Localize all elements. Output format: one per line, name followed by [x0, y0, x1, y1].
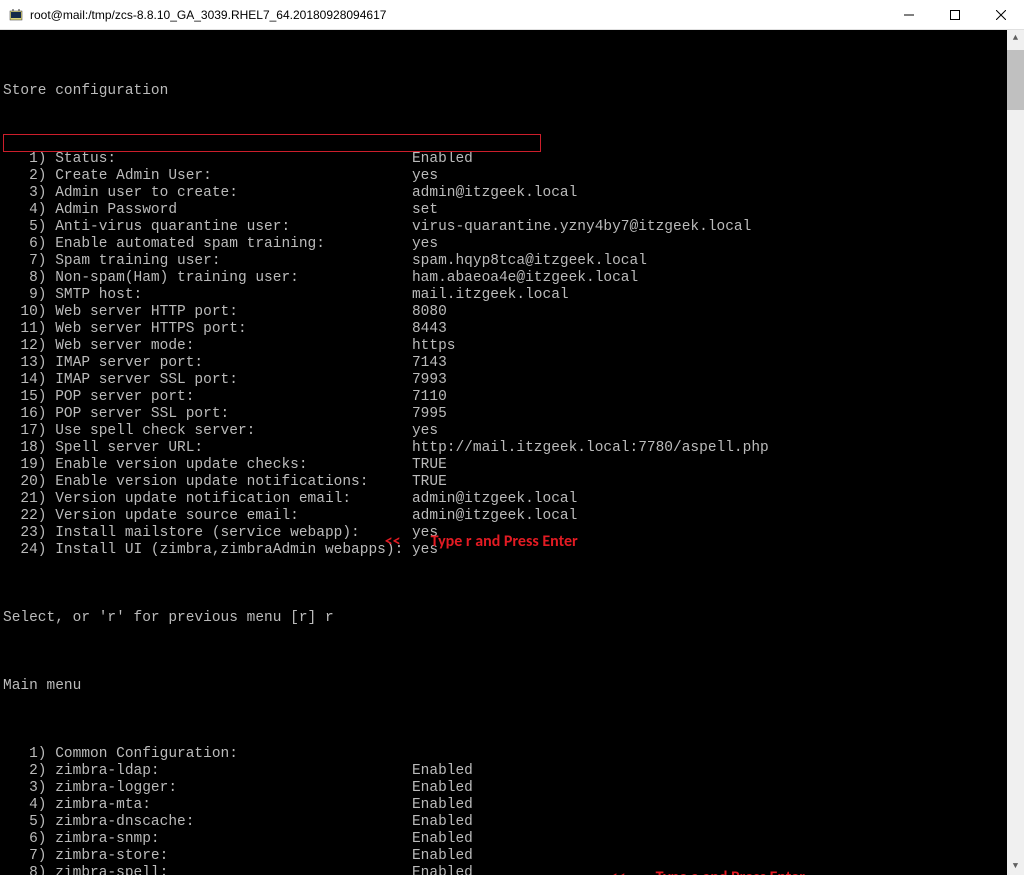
arrow-icon: << [610, 868, 626, 875]
store-config-line: 12) Web server mode: https [3, 338, 1007, 355]
store-config-line: 9) SMTP host: mail.itzgeek.local [3, 287, 1007, 304]
store-config-line: 4) Admin Password set [3, 202, 1007, 219]
scroll-up-arrow[interactable]: ▲ [1007, 30, 1024, 47]
putty-icon [8, 7, 24, 23]
minimize-button[interactable] [886, 0, 932, 29]
store-config-line: 15) POP server port: 7110 [3, 389, 1007, 406]
store-config-line: 20) Enable version update notifications:… [3, 474, 1007, 491]
store-config-line: 7) Spam training user: spam.hqyp8tca@itz… [3, 253, 1007, 270]
store-config-line: 2) Create Admin User: yes [3, 168, 1007, 185]
main-menu-line: 7) zimbra-store: Enabled [3, 848, 1007, 865]
putty-window: root@mail:/tmp/zcs-8.8.10_GA_3039.RHEL7_… [0, 0, 1024, 875]
scrollbar[interactable]: ▲ ▼ [1007, 30, 1024, 875]
window-controls [886, 0, 1024, 29]
terminal-area[interactable]: Store configuration 1) Status: Enabled 2… [0, 30, 1024, 875]
main-menu-line: 4) zimbra-mta: Enabled [3, 797, 1007, 814]
store-config-line: 6) Enable automated spam training: yes [3, 236, 1007, 253]
annotation-r: <<Type r and Press Enter [363, 516, 578, 567]
annotation-a: <<Type a and Press Enter [588, 852, 805, 875]
main-menu-line: 2) zimbra-ldap: Enabled [3, 763, 1007, 780]
select-prompt: Select, or 'r' for previous menu [r] r [3, 610, 1007, 627]
blank-line [3, 576, 1007, 593]
store-config-line: 21) Version update notification email: a… [3, 491, 1007, 508]
store-config-line: 18) Spell server URL: http://mail.itzgee… [3, 440, 1007, 457]
store-config-line: 10) Web server HTTP port: 8080 [3, 304, 1007, 321]
maximize-button[interactable] [932, 0, 978, 29]
store-config-line: 1) Status: Enabled [3, 151, 1007, 168]
scroll-down-arrow[interactable]: ▼ [1007, 858, 1024, 875]
store-header: Store configuration [3, 83, 1007, 100]
store-config-line: 19) Enable version update checks: TRUE [3, 457, 1007, 474]
main-menu-line: 5) zimbra-dnscache: Enabled [3, 814, 1007, 831]
store-config-line: 3) Admin user to create: admin@itzgeek.l… [3, 185, 1007, 202]
close-button[interactable] [978, 0, 1024, 29]
main-menu-line: 3) zimbra-logger: Enabled [3, 780, 1007, 797]
window-title: root@mail:/tmp/zcs-8.8.10_GA_3039.RHEL7_… [30, 8, 886, 22]
main-menu-line: 8) zimbra-spell: Enabled [3, 865, 1007, 875]
main-menu-header: Main menu [3, 678, 1007, 695]
store-config-line: 17) Use spell check server: yes [3, 423, 1007, 440]
store-config-line: 11) Web server HTTPS port: 8443 [3, 321, 1007, 338]
store-config-line: 5) Anti-virus quarantine user: virus-qua… [3, 219, 1007, 236]
blank-line [3, 712, 1007, 729]
store-config-line: 16) POP server SSL port: 7995 [3, 406, 1007, 423]
store-config-line: 13) IMAP server port: 7143 [3, 355, 1007, 372]
store-config-line: 14) IMAP server SSL port: 7993 [3, 372, 1007, 389]
main-menu-line: 1) Common Configuration: [3, 746, 1007, 763]
arrow-icon: << [385, 532, 401, 551]
main-menu-line: 6) zimbra-snmp: Enabled [3, 831, 1007, 848]
scrollbar-thumb[interactable] [1007, 50, 1024, 110]
store-config-line: 8) Non-spam(Ham) training user: ham.abae… [3, 270, 1007, 287]
blank-line [3, 49, 1007, 66]
blank-line [3, 644, 1007, 661]
terminal-content: Store configuration 1) Status: Enabled 2… [3, 32, 1007, 875]
blank-line [3, 117, 1007, 134]
titlebar[interactable]: root@mail:/tmp/zcs-8.8.10_GA_3039.RHEL7_… [0, 0, 1024, 30]
